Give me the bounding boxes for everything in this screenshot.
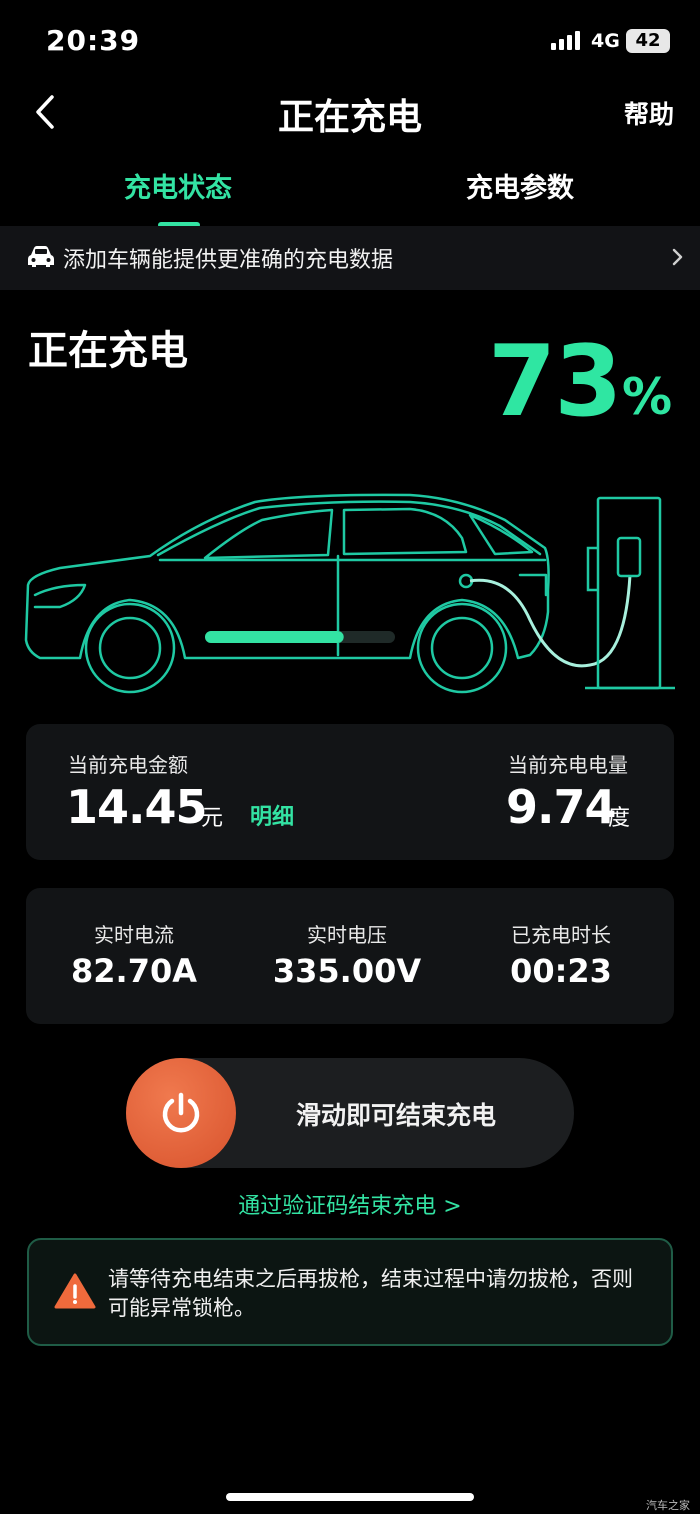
- energy-unit: 度: [608, 806, 631, 831]
- car-icon: [26, 244, 56, 270]
- charging-status-text: 正在充电: [28, 328, 188, 374]
- cost-value: 14.45: [66, 780, 208, 834]
- cost-detail-link[interactable]: 明细: [250, 799, 294, 831]
- status-time: 20:39: [46, 24, 141, 57]
- battery-level: 42: [626, 29, 670, 53]
- current-value: 82.70A: [71, 952, 197, 990]
- page-title: 正在充电: [277, 97, 422, 138]
- home-indicator[interactable]: [226, 1493, 474, 1501]
- tab-charging-status[interactable]: 充电状态: [48, 166, 308, 205]
- car-charging-illustration: [24, 493, 675, 694]
- voltage-label: 实时电压: [307, 923, 387, 947]
- duration-label: 已充电时长: [511, 923, 611, 947]
- slider-text: 滑动即可结束充电: [296, 1101, 497, 1130]
- energy-value: 9.74: [506, 780, 616, 834]
- signal-icon: [551, 30, 580, 50]
- percent-sign: %: [622, 368, 673, 426]
- battery-percent: 73: [488, 325, 622, 439]
- energy-label: 当前充电电量: [508, 753, 628, 777]
- current-label: 实时电流: [94, 923, 174, 947]
- cost-unit: 元: [201, 806, 224, 831]
- slider-knob[interactable]: [126, 1058, 236, 1168]
- chevron-right-icon: [668, 246, 686, 268]
- verify-code-stop-link[interactable]: 通过验证码结束充电 >: [0, 1188, 700, 1220]
- charge-level-bar: [205, 631, 344, 643]
- warning-text: 请等待充电结束之后再拔枪，结束过程中请勿拔枪，否则可能异常锁枪。: [108, 1267, 633, 1320]
- tab-charging-params[interactable]: 充电参数: [390, 166, 650, 205]
- duration-value: 00:23: [510, 952, 612, 990]
- banner-text: 添加车辆能提供更准确的充电数据: [63, 248, 394, 273]
- watermark: 汽车之家: [646, 1499, 690, 1512]
- power-icon: [162, 1092, 200, 1133]
- warning-icon: [54, 1272, 96, 1310]
- voltage-value: 335.00V: [272, 952, 422, 990]
- help-button[interactable]: 帮助: [624, 95, 674, 131]
- network-type: 4G: [591, 30, 620, 52]
- cost-label: 当前充电金额: [68, 753, 188, 777]
